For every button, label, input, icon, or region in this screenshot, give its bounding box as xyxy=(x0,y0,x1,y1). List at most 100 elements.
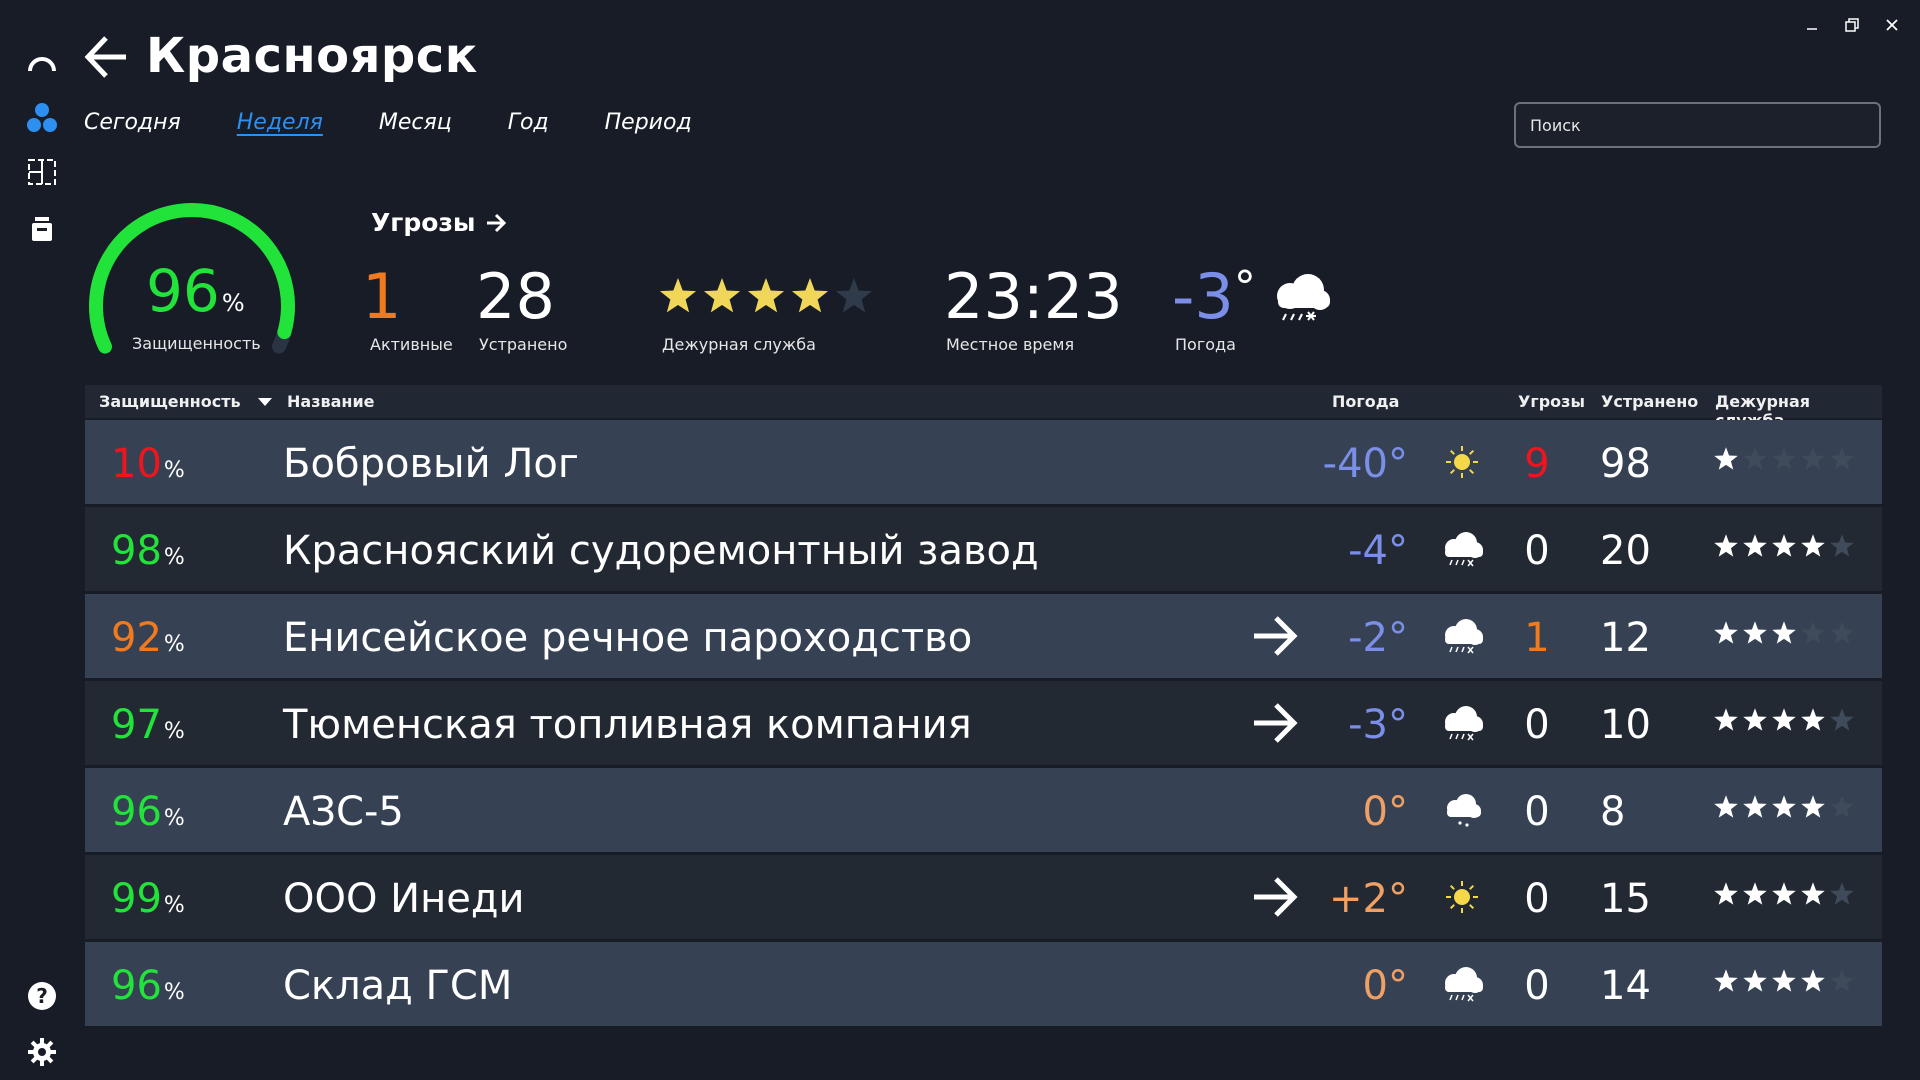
row-security: 10% xyxy=(111,441,185,487)
star-icon xyxy=(1830,447,1854,470)
snow-cloud-icon xyxy=(1445,967,1483,1002)
star-icon xyxy=(1714,795,1738,818)
star-icon xyxy=(1830,534,1854,557)
active-label: Активные xyxy=(370,335,453,354)
table-row[interactable]: 99% ООО Инеди +2° 0 15 xyxy=(85,855,1882,939)
arc-logo-icon[interactable] xyxy=(22,40,62,80)
row-security: 99% xyxy=(111,876,185,922)
row-name: АЗС-5 xyxy=(283,789,404,835)
row-duty-rating xyxy=(1713,794,1855,820)
row-name: ООО Инеди xyxy=(283,876,525,922)
row-temp: 0° xyxy=(1362,789,1408,835)
row-name: Краснояский судоремонтный завод xyxy=(283,528,1039,574)
sun-icon xyxy=(1446,446,1478,478)
row-fixed: 98 xyxy=(1600,441,1651,487)
help-icon[interactable]: ? xyxy=(22,976,62,1016)
star-icon xyxy=(1830,882,1854,905)
cluster-icon[interactable] xyxy=(22,98,62,138)
arrow-left-icon[interactable] xyxy=(82,32,132,82)
col-fixed[interactable]: Устранено xyxy=(1601,392,1698,411)
star-icon xyxy=(1743,795,1767,818)
col-threats[interactable]: Угрозы xyxy=(1518,392,1585,411)
tab-week[interactable]: Неделя xyxy=(237,110,323,135)
star-icon xyxy=(1830,708,1854,731)
star-icon xyxy=(703,278,741,313)
row-security: 96% xyxy=(111,963,185,1009)
row-fixed: 10 xyxy=(1600,702,1651,748)
table-row[interactable]: 10% Бобровый Лог -40° 9 98 xyxy=(85,420,1882,504)
row-temp: -4° xyxy=(1348,528,1408,574)
period-tabs: Сегодня Неделя Месяц Год Период xyxy=(84,110,748,135)
star-icon xyxy=(659,278,697,313)
tab-month[interactable]: Месяц xyxy=(379,110,452,135)
table-row[interactable]: 97% Тюменская топливная компания -3° 0 10 xyxy=(85,681,1882,765)
star-icon xyxy=(1714,447,1738,470)
star-icon xyxy=(1772,969,1796,992)
row-threats: 9 xyxy=(1524,441,1550,487)
star-icon xyxy=(1743,882,1767,905)
snow-cloud-icon xyxy=(1445,619,1483,654)
row-duty-rating xyxy=(1713,446,1855,472)
arrow-right-icon[interactable] xyxy=(1250,875,1300,919)
row-security: 92% xyxy=(111,615,185,661)
row-temp: -40° xyxy=(1322,441,1408,487)
star-icon xyxy=(1772,534,1796,557)
window-controls xyxy=(1792,10,1912,40)
sidebar: ? xyxy=(0,0,84,1080)
table-row[interactable]: 96% АЗС-5 0° 0 8 xyxy=(85,768,1882,852)
local-time: 23:23 xyxy=(944,260,1123,333)
board-icon[interactable] xyxy=(22,152,62,192)
row-name: Бобровый Лог xyxy=(283,441,579,487)
weather-label: Погода xyxy=(1175,335,1236,354)
star-icon xyxy=(1743,534,1767,557)
duty-label: Дежурная служба xyxy=(662,335,816,354)
threats-link[interactable]: Угрозы xyxy=(371,208,508,237)
sort-down-icon[interactable] xyxy=(258,397,272,407)
star-icon xyxy=(1743,447,1767,470)
row-security: 98% xyxy=(111,528,185,574)
row-name: Енисейское речное пароходство xyxy=(283,615,973,661)
star-icon xyxy=(1772,795,1796,818)
star-icon xyxy=(1801,969,1825,992)
row-security: 97% xyxy=(111,702,185,748)
snow-cloud-icon xyxy=(1445,532,1483,567)
col-weather[interactable]: Погода xyxy=(1332,392,1399,411)
settings-icon[interactable] xyxy=(22,1032,62,1072)
row-threats: 1 xyxy=(1524,615,1550,661)
row-threats: 0 xyxy=(1524,702,1550,748)
table-row[interactable]: 96% Склад ГСМ 0° 0 14 xyxy=(85,942,1882,1026)
col-name[interactable]: Название xyxy=(287,392,375,411)
star-icon xyxy=(1830,969,1854,992)
archive-icon[interactable] xyxy=(22,208,62,248)
arrow-right-icon[interactable] xyxy=(1250,614,1300,658)
restore-icon[interactable] xyxy=(1832,10,1872,40)
star-icon xyxy=(1830,621,1854,644)
row-fixed: 15 xyxy=(1600,876,1651,922)
tab-today[interactable]: Сегодня xyxy=(84,110,181,135)
row-fixed: 20 xyxy=(1600,528,1651,574)
active-count: 1 xyxy=(362,260,402,333)
table-row[interactable]: 92% Енисейское речное пароходство -2° 1 12 xyxy=(85,594,1882,678)
star-icon xyxy=(1772,621,1796,644)
minimize-icon[interactable] xyxy=(1792,10,1832,40)
row-threats: 0 xyxy=(1524,963,1550,1009)
arrow-right-icon[interactable] xyxy=(1250,701,1300,745)
row-threats: 0 xyxy=(1524,789,1550,835)
star-icon xyxy=(1801,708,1825,731)
tab-period[interactable]: Период xyxy=(605,110,692,135)
star-icon xyxy=(1714,882,1738,905)
col-security[interactable]: Защищенность xyxy=(99,392,241,411)
row-fixed: 14 xyxy=(1600,963,1651,1009)
star-icon xyxy=(1801,621,1825,644)
tab-year[interactable]: Год xyxy=(508,110,549,135)
search-input[interactable] xyxy=(1514,102,1881,148)
close-icon[interactable] xyxy=(1872,10,1912,40)
table-row[interactable]: 98% Краснояский судоремонтный завод -4° 0 20 xyxy=(85,507,1882,591)
svg-text:?: ? xyxy=(36,984,48,1008)
star-icon xyxy=(1801,534,1825,557)
star-icon xyxy=(1801,447,1825,470)
row-duty-rating xyxy=(1713,707,1855,733)
star-icon xyxy=(1714,621,1738,644)
star-icon xyxy=(791,278,829,313)
row-fixed: 8 xyxy=(1600,789,1626,835)
